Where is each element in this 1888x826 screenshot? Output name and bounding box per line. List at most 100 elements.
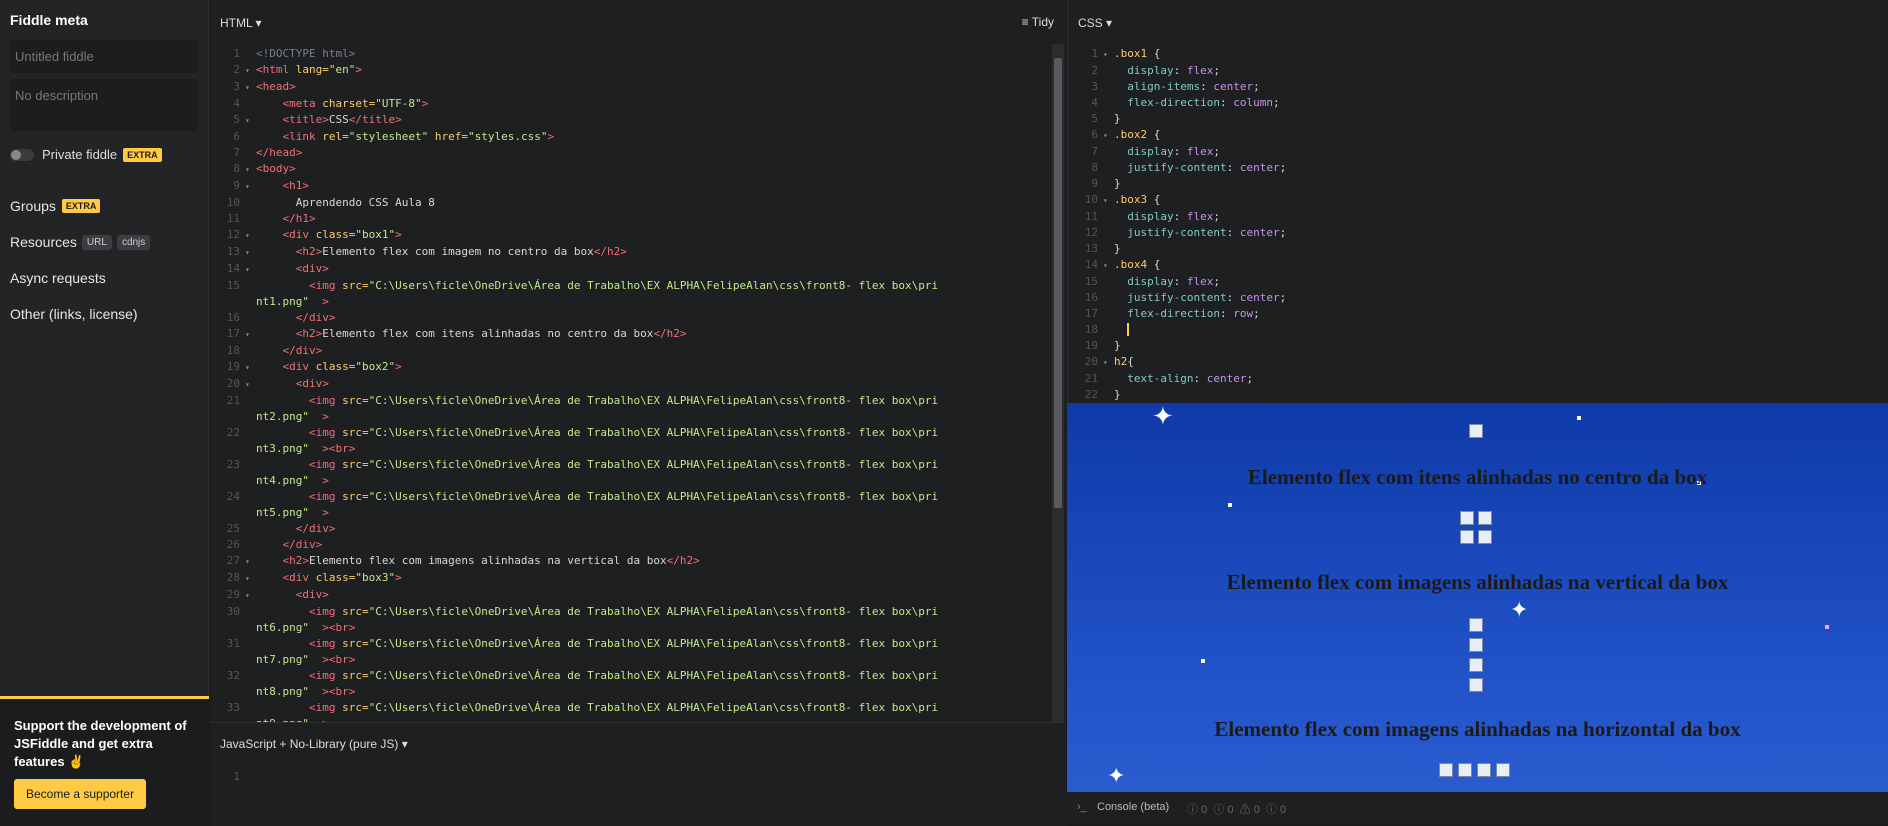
code-line[interactable]: 29 ▾ <div> <box>210 587 1045 604</box>
fold-icon[interactable]: ▾ <box>245 588 256 604</box>
fold-icon[interactable]: ▾ <box>245 162 256 178</box>
scroll-thumb[interactable] <box>1054 58 1062 508</box>
code-line[interactable]: 27 ▾ <h2>Elemento flex com imagens alinha… <box>210 553 1045 570</box>
css-code-editor[interactable]: 1 ▾ .box1 {2 display: flex; 3 align-items: … <box>1068 46 1883 403</box>
code-line[interactable]: 11 </h1> <box>210 211 1045 227</box>
code-line[interactable]: 2 display: flex; <box>1068 63 1883 79</box>
html-editor-scrollbar[interactable] <box>1052 44 1064 722</box>
fiddle-description-input[interactable]: No description <box>10 79 198 131</box>
js-code-editor[interactable]: 1 <box>210 769 245 785</box>
code-line[interactable]: 6 <link rel="stylesheet" href="styles.cs… <box>210 129 1045 145</box>
code-line[interactable]: 14 ▾ <div> <box>210 261 1045 278</box>
fold-icon[interactable]: ▾ <box>1103 355 1114 371</box>
html-code-editor[interactable]: 1 <!DOCTYPE html> 2 ▾ <html lang="en"> 3 ▾ <hea… <box>210 46 1045 732</box>
css-language-dropdown[interactable]: CSS ▾ <box>1078 16 1112 30</box>
code-line[interactable]: nt4.png" > <box>210 473 1045 489</box>
code-line[interactable]: 7 </head> <box>210 145 1045 161</box>
code-line[interactable]: 5 ▾ <title>CSS</title> <box>210 112 1045 129</box>
code-line[interactable]: 28 ▾ <div class="box3"> <box>210 570 1045 587</box>
code-line[interactable]: 9} <box>1068 176 1883 192</box>
code-line[interactable]: nt3.png" ><br> <box>210 441 1045 457</box>
code-line[interactable]: 16 </div> <box>210 310 1045 326</box>
fold-icon[interactable]: ▾ <box>245 377 256 393</box>
fold-icon[interactable]: ▾ <box>245 245 256 261</box>
code-line[interactable]: 22 <img src="C:\Users\ficle\OneDrive\Áre… <box>210 425 1045 441</box>
code-line[interactable]: 19} <box>1068 338 1883 354</box>
code-line[interactable]: nt2.png" > <box>210 409 1045 425</box>
code-line[interactable]: 21 text-align: center; <box>1068 371 1883 387</box>
code-line[interactable]: 22} <box>1068 387 1883 403</box>
code-line[interactable]: 25 </div> <box>210 521 1045 537</box>
code-line[interactable]: 8 justify-content: center; <box>1068 160 1883 176</box>
code-line[interactable]: 3 align-items: center; <box>1068 79 1883 95</box>
fiddle-title-input[interactable]: Untitled fiddle <box>10 40 198 73</box>
code-line[interactable]: 6 ▾ .box2 { <box>1068 127 1883 144</box>
code-line[interactable]: 8 ▾ <body> <box>210 161 1045 178</box>
code-line[interactable]: 9 ▾ <h1> <box>210 178 1045 195</box>
url-badge[interactable]: URL <box>81 234 112 250</box>
sidebar-item-other[interactable]: Other (links, license) <box>10 306 138 322</box>
code-line[interactable]: 1 <!DOCTYPE html> <box>210 46 1045 62</box>
code-line[interactable]: 15 <img src="C:\Users\ficle\OneDrive\Áre… <box>210 278 1045 294</box>
code-line[interactable]: 20 ▾ h2{ <box>1068 354 1883 371</box>
code-line[interactable]: 21 <img src="C:\Users\ficle\OneDrive\Áre… <box>210 393 1045 409</box>
code-line[interactable]: 15 display: flex; <box>1068 274 1883 290</box>
sidebar-item-async[interactable]: Async requests <box>10 270 106 286</box>
code-line[interactable]: 3 ▾ <head> <box>210 79 1045 96</box>
code-line[interactable]: 12 ▾ <div class="box1"> <box>210 227 1045 244</box>
code-line[interactable]: 4 flex-direction: column; <box>1068 95 1883 111</box>
fold-icon[interactable]: ▾ <box>1103 47 1114 63</box>
fold-icon[interactable]: ▾ <box>245 571 256 587</box>
code-line[interactable]: 7 display: flex; <box>1068 144 1883 160</box>
fold-icon[interactable]: ▾ <box>245 228 256 244</box>
code-line[interactable]: nt8.png" ><br> <box>210 684 1045 700</box>
sidebar-item-resources[interactable]: Resources URL cdnjs <box>10 234 151 250</box>
code-line[interactable]: 26 </div> <box>210 537 1045 553</box>
code-line[interactable]: 16 justify-content: center; <box>1068 290 1883 306</box>
code-line[interactable]: 14 ▾ .box4 { <box>1068 257 1883 274</box>
private-fiddle-toggle[interactable] <box>10 148 34 161</box>
fold-icon[interactable]: ▾ <box>245 554 256 570</box>
code-line[interactable]: nt6.png" ><br> <box>210 620 1045 636</box>
code-line[interactable]: 18 </div> <box>210 343 1045 359</box>
code-line[interactable]: 1 ▾ .box1 { <box>1068 46 1883 63</box>
tidy-button[interactable]: ≡ Tidy <box>1022 15 1054 29</box>
code-line[interactable]: 10 ▾ .box3 { <box>1068 192 1883 209</box>
html-language-dropdown[interactable]: HTML ▾ <box>220 16 262 30</box>
fold-icon[interactable]: ▾ <box>1103 128 1114 144</box>
code-line[interactable]: nt7.png" ><br> <box>210 652 1045 668</box>
code-line[interactable]: 13 ▾ <h2>Elemento flex com imagem no cent… <box>210 244 1045 261</box>
fold-icon[interactable]: ▾ <box>245 63 256 79</box>
code-line[interactable]: 33 <img src="C:\Users\ficle\OneDrive\Áre… <box>210 700 1045 716</box>
code-line[interactable]: 12 justify-content: center; <box>1068 225 1883 241</box>
become-supporter-button[interactable]: Become a supporter <box>14 779 147 809</box>
fold-icon[interactable]: ▾ <box>245 327 256 343</box>
code-line[interactable]: 17 ▾ <h2>Elemento flex com itens alinhada… <box>210 326 1045 343</box>
fold-icon[interactable]: ▾ <box>245 179 256 195</box>
fold-icon[interactable]: ▾ <box>245 80 256 96</box>
code-line[interactable]: nt5.png" > <box>210 505 1045 521</box>
code-line[interactable]: 17 flex-direction: row; <box>1068 306 1883 322</box>
code-line[interactable]: 19 ▾ <div class="box2"> <box>210 359 1045 376</box>
code-line[interactable]: 23 <img src="C:\Users\ficle\OneDrive\Áre… <box>210 457 1045 473</box>
fold-icon[interactable]: ▾ <box>245 360 256 376</box>
code-line[interactable]: 2 ▾ <html lang="en"> <box>210 62 1045 79</box>
code-line[interactable]: 5} <box>1068 111 1883 127</box>
fold-icon[interactable]: ▾ <box>1103 258 1114 274</box>
code-line[interactable]: 11 display: flex; <box>1068 209 1883 225</box>
code-line[interactable]: 31 <img src="C:\Users\ficle\OneDrive\Áre… <box>210 636 1045 652</box>
code-line[interactable]: 24 <img src="C:\Users\ficle\OneDrive\Áre… <box>210 489 1045 505</box>
code-line[interactable]: nt1.png" > <box>210 294 1045 310</box>
cdnjs-badge[interactable]: cdnjs <box>116 234 151 250</box>
js-language-dropdown[interactable]: JavaScript + No-Library (pure JS) ▾ <box>220 737 408 751</box>
fold-icon[interactable]: ▾ <box>245 262 256 278</box>
code-line[interactable]: 10 Aprendendo CSS Aula 8 <box>210 195 1045 211</box>
code-line[interactable]: 13} <box>1068 241 1883 257</box>
sidebar-item-groups[interactable]: Groups EXTRA <box>10 198 101 214</box>
code-line[interactable]: 4 <meta charset="UTF-8"> <box>210 96 1045 112</box>
code-line[interactable]: 30 <img src="C:\Users\ficle\OneDrive\Áre… <box>210 604 1045 620</box>
console-bar[interactable]: ›_ Console (beta) ⓘ 0 ⓘ 0 ⚠ 0 ⓘ 0 <box>1067 792 1888 825</box>
code-line[interactable]: 18 <box>1068 322 1883 338</box>
code-line[interactable]: 20 ▾ <div> <box>210 376 1045 393</box>
code-line[interactable]: 32 <img src="C:\Users\ficle\OneDrive\Áre… <box>210 668 1045 684</box>
